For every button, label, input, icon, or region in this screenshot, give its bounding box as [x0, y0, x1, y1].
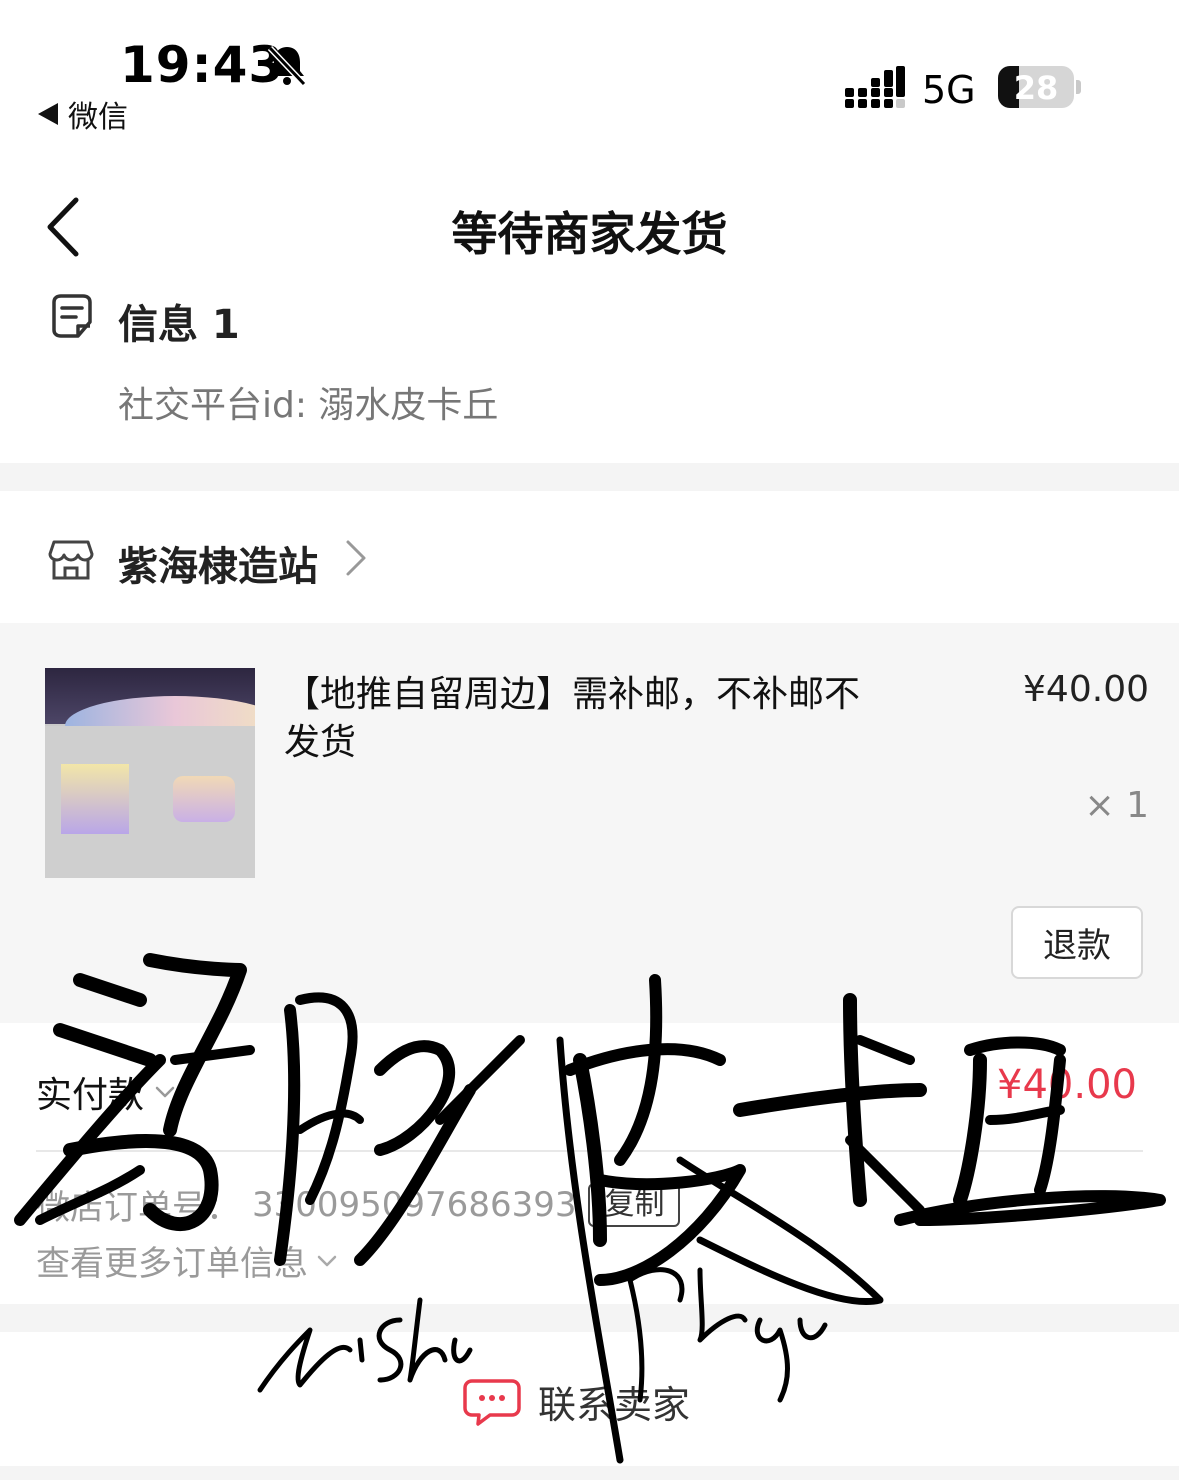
payment-row[interactable]: 实付款	[36, 1066, 176, 1118]
order-number-label: 微店订单号：	[36, 1188, 240, 1228]
bell-slash-icon	[267, 45, 307, 87]
section-divider	[0, 463, 1179, 491]
payment-amount: ¥40.00	[997, 1062, 1137, 1108]
message-detail: 社交平台id: 溺水皮卡丘	[118, 385, 499, 426]
battery-icon: 28	[998, 66, 1074, 108]
message-note-icon	[52, 294, 92, 338]
product-card[interactable]: 【地推自留周边】需补邮，不补邮不发货 ¥40.00 × 1 退款	[0, 623, 1179, 1023]
back-triangle-icon	[38, 103, 58, 125]
status-time: 19:43	[120, 36, 285, 94]
back-app-label: 微信	[68, 100, 128, 135]
thumbnail-mask	[173, 776, 235, 822]
page-title: 等待商家发货	[451, 207, 728, 261]
shop-name[interactable]: 紫海棣造站	[118, 534, 318, 592]
chevron-down-icon	[317, 1255, 337, 1266]
divider-line	[36, 1150, 1143, 1152]
signal-icon	[845, 66, 905, 108]
chat-bubble-icon	[463, 1378, 521, 1426]
chevron-down-icon	[155, 1086, 175, 1098]
more-order-info[interactable]: 查看更多订单信息	[36, 1236, 338, 1285]
payment-label: 实付款	[36, 1075, 145, 1116]
network-type: 5G	[922, 68, 976, 112]
more-order-info-label: 查看更多订单信息	[36, 1244, 308, 1284]
section-divider	[0, 1304, 1179, 1332]
order-number-value: 330095097686393	[252, 1184, 577, 1225]
product-thumbnail[interactable]	[45, 668, 255, 878]
contact-seller-label: 联系卖家	[538, 1383, 691, 1427]
product-quantity: × 1	[1084, 785, 1149, 826]
contact-seller-button[interactable]: 联系卖家	[462, 1374, 690, 1429]
store-icon	[48, 540, 94, 580]
product-price: ¥40.00	[1023, 669, 1149, 710]
product-title: 【地推自留周边】需补邮，不补邮不发货	[284, 674, 861, 763]
chevron-right-icon[interactable]	[344, 538, 368, 578]
order-number-row: 微店订单号： 330095097686393 复制	[36, 1180, 681, 1229]
section-divider	[0, 1466, 1179, 1480]
copy-button[interactable]: 复制	[588, 1182, 681, 1227]
refund-button[interactable]: 退款	[1011, 906, 1143, 979]
message-title: 信息 1	[118, 302, 240, 348]
battery-percent: 28	[1013, 69, 1059, 107]
battery-tip	[1076, 80, 1081, 94]
thumbnail-card	[61, 764, 129, 834]
back-to-app[interactable]: 微信	[38, 92, 128, 136]
